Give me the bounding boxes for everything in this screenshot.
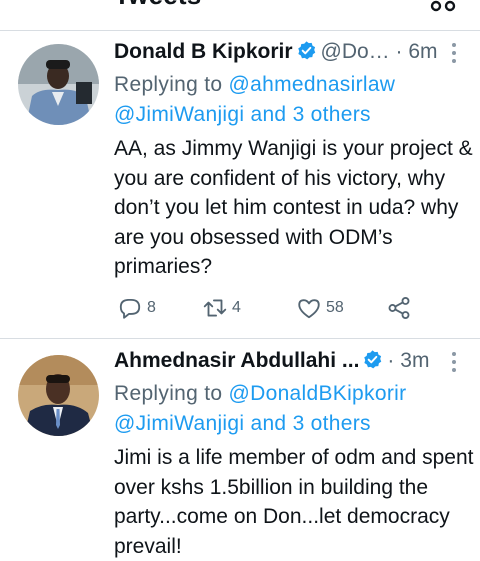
share-icon: [388, 297, 410, 319]
verified-badge-icon: [297, 41, 315, 60]
page-title: Tweets: [114, 0, 201, 11]
retweet-count: 4: [232, 299, 241, 316]
more-options-icon[interactable]: [450, 351, 458, 373]
display-name[interactable]: Ahmednasir Abdullahi ...: [114, 349, 359, 372]
mention-link[interactable]: @JimiWanjigi: [114, 412, 244, 435]
mention-link[interactable]: @ahmednasirlaw: [229, 73, 396, 96]
verified-badge-icon: [364, 350, 382, 369]
others-link[interactable]: 3 others: [293, 412, 371, 435]
tweet-text: Jimi is a life member of odm and spent o…: [114, 446, 474, 558]
timestamp[interactable]: 6m: [408, 40, 437, 63]
reply-icon: [119, 298, 141, 319]
tweet-actions: 8 4 58: [114, 293, 454, 323]
more-options-icon[interactable]: [450, 42, 458, 64]
replying-to-label: Replying to: [114, 73, 223, 96]
mention-link[interactable]: @DonaldBKipkorir: [229, 382, 407, 405]
display-name[interactable]: Donald B Kipkorir: [114, 40, 293, 63]
avatar[interactable]: [18, 355, 99, 436]
heart-icon: [298, 299, 320, 319]
replying-to: Replying to @DonaldBKipkorir @JimiWanjig…: [114, 379, 464, 439]
separator-dot: ·: [387, 349, 395, 372]
avatar[interactable]: [18, 44, 99, 125]
tweet[interactable]: Donald B Kipkorir @Do… · 6m Replying to …: [0, 30, 480, 339]
reply-and: and: [250, 412, 287, 435]
replying-to: Replying to @ahmednasirlaw @JimiWanjigi …: [114, 70, 464, 130]
user-handle[interactable]: @Do…: [321, 40, 390, 63]
tweet-text: AA, as Jimmy Wanjigi is your project & y…: [114, 137, 473, 278]
tweet-header: Donald B Kipkorir @Do… · 6m: [114, 40, 464, 70]
replying-to-label: Replying to: [114, 382, 223, 405]
timestamp[interactable]: 3m: [400, 349, 429, 372]
top-bar: Tweets: [0, 0, 480, 31]
separator-dot: ·: [395, 40, 403, 63]
retweet-icon: [203, 299, 227, 317]
share-button[interactable]: [386, 293, 412, 323]
sparkle-icon[interactable]: [426, 0, 460, 12]
retweet-button[interactable]: 4: [202, 293, 241, 323]
back-arrow-icon[interactable]: [10, 0, 46, 12]
reply-button[interactable]: 8: [117, 293, 156, 323]
like-button[interactable]: 58: [296, 293, 344, 323]
mention-link[interactable]: @JimiWanjigi: [114, 103, 244, 126]
reply-count: 8: [147, 299, 156, 316]
reply-and: and: [250, 103, 287, 126]
tweet[interactable]: Ahmednasir Abdullahi ... · 3m Replying t…: [0, 339, 480, 558]
tweet-header: Ahmednasir Abdullahi ... · 3m: [114, 349, 464, 379]
like-count: 58: [326, 299, 344, 316]
others-link[interactable]: 3 others: [293, 103, 371, 126]
